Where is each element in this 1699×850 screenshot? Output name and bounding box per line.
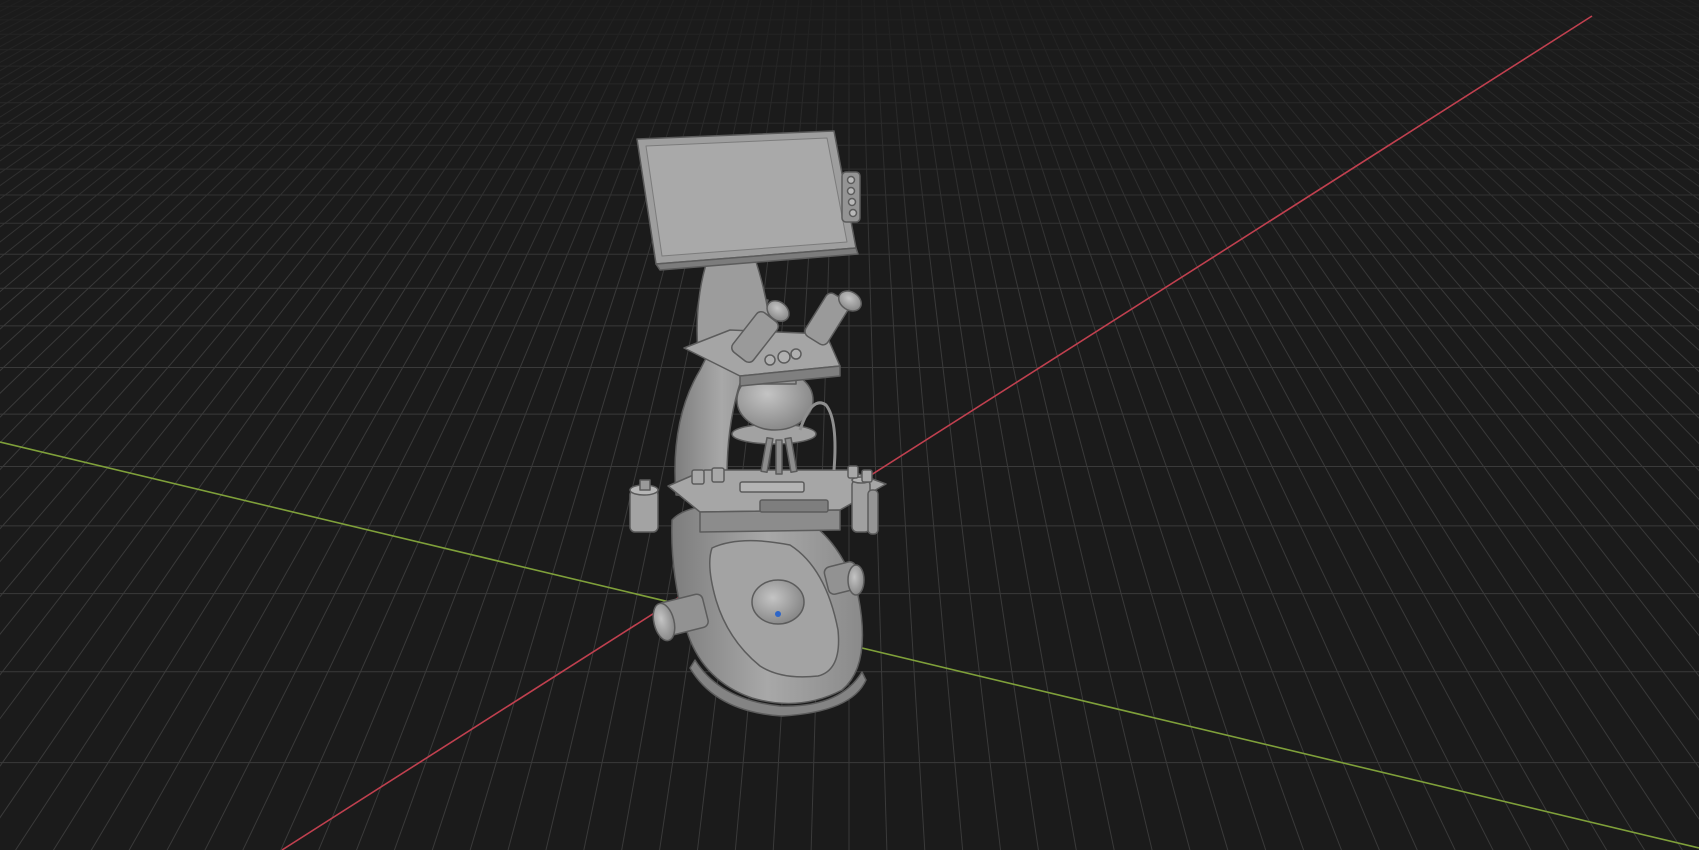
focus-dome[interactable] bbox=[751, 579, 805, 625]
display-monitor[interactable] bbox=[636, 130, 859, 271]
horizon-fade bbox=[0, 0, 1699, 850]
stage-post-left bbox=[629, 479, 659, 533]
monitor-screen bbox=[645, 137, 848, 257]
monitor-side-buttons[interactable] bbox=[841, 171, 861, 223]
status-indicator-dot bbox=[775, 611, 781, 617]
3d-viewport[interactable] bbox=[0, 0, 1699, 850]
